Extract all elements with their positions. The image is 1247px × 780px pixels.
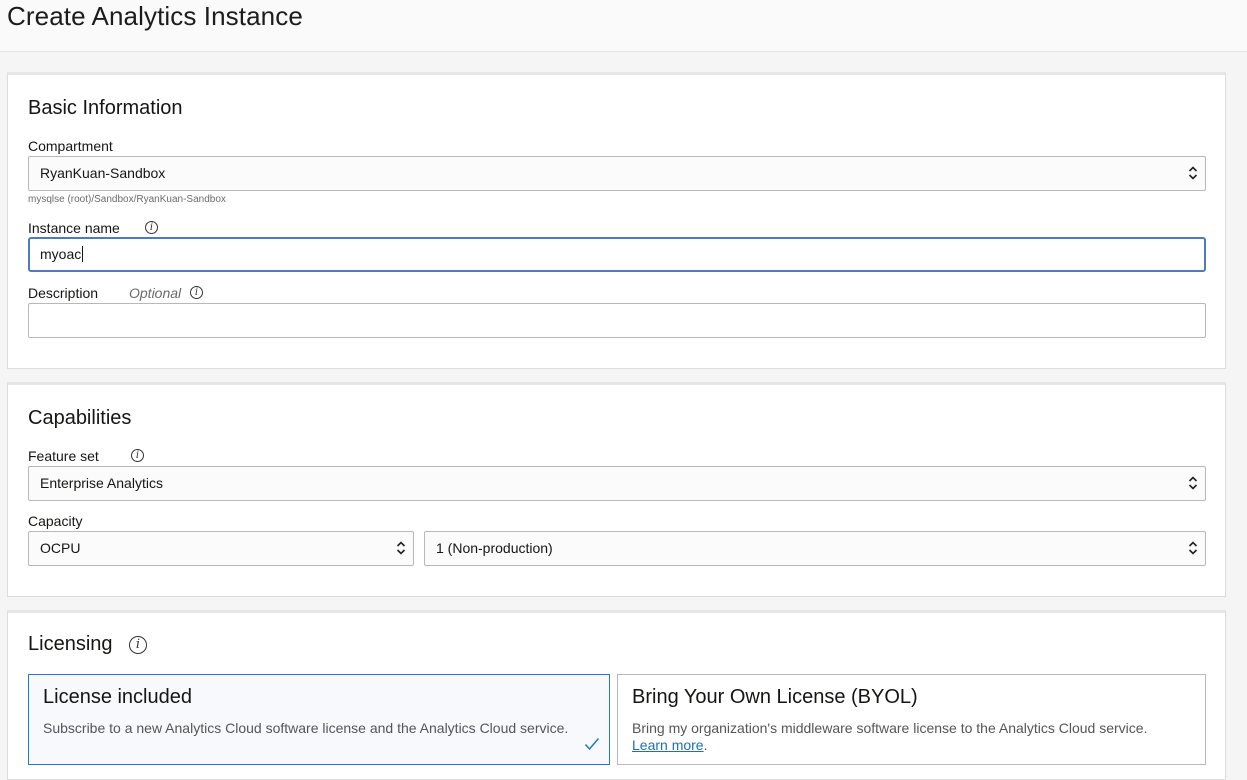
info-icon[interactable]: i <box>145 221 158 234</box>
license-included-description: Subscribe to a new Analytics Cloud softw… <box>43 720 569 736</box>
feature-set-label: Feature set <box>28 448 99 464</box>
info-icon[interactable]: i <box>190 286 203 299</box>
compartment-path: mysqlse (root)/Sandbox/RyanKuan-Sandbox <box>28 194 226 205</box>
feature-set-value: Enterprise Analytics <box>40 475 163 491</box>
up-down-chevron-icon <box>1188 166 1198 180</box>
instance-name-value: myoac <box>40 246 82 262</box>
capacity-label: Capacity <box>28 513 83 529</box>
up-down-chevron-icon <box>1188 476 1198 490</box>
description-input[interactable] <box>28 303 1206 338</box>
up-down-chevron-icon <box>396 541 406 555</box>
page-title: Create Analytics Instance <box>7 1 303 31</box>
capacity-type-value: OCPU <box>40 540 81 556</box>
instance-name-label: Instance name <box>28 220 120 236</box>
licensing-heading: Licensing <box>28 633 113 655</box>
basic-information-heading: Basic Information <box>28 97 183 119</box>
up-down-chevron-icon <box>1188 541 1198 555</box>
capacity-amount-select[interactable]: 1 (Non-production) <box>424 531 1206 566</box>
text-cursor <box>82 246 84 263</box>
feature-set-select[interactable]: Enterprise Analytics <box>28 466 1206 501</box>
basic-information-panel: Basic Information Compartment RyanKuan-S… <box>7 72 1226 369</box>
checkmark-icon <box>584 738 600 751</box>
byol-description-block: Bring my organization's middleware softw… <box>632 720 1147 754</box>
info-icon[interactable]: i <box>131 449 144 462</box>
learn-more-link[interactable]: Learn more <box>632 737 704 753</box>
license-included-card[interactable]: License included Subscribe to a new Anal… <box>28 674 610 765</box>
byol-card[interactable]: Bring Your Own License (BYOL) Bring my o… <box>617 674 1206 765</box>
learn-more-suffix: . <box>703 737 708 753</box>
byol-title: Bring Your Own License (BYOL) <box>632 686 918 708</box>
byol-description: Bring my organization's middleware softw… <box>632 720 1148 736</box>
capabilities-heading: Capabilities <box>28 407 132 429</box>
compartment-select[interactable]: RyanKuan-Sandbox <box>28 156 1206 191</box>
capacity-amount-value: 1 (Non-production) <box>436 540 553 556</box>
compartment-label: Compartment <box>28 138 113 154</box>
description-label: Description <box>28 285 99 301</box>
capabilities-panel: Capabilities Feature set i Enterprise An… <box>7 382 1226 597</box>
instance-name-input[interactable]: myoac <box>28 237 1206 272</box>
compartment-value: RyanKuan-Sandbox <box>40 165 166 181</box>
optional-hint: Optional <box>129 285 182 301</box>
capacity-type-select[interactable]: OCPU <box>28 531 414 566</box>
page-header: Create Analytics Instance <box>0 0 1247 52</box>
license-included-title: License included <box>43 686 192 708</box>
info-icon[interactable]: i <box>129 636 147 654</box>
